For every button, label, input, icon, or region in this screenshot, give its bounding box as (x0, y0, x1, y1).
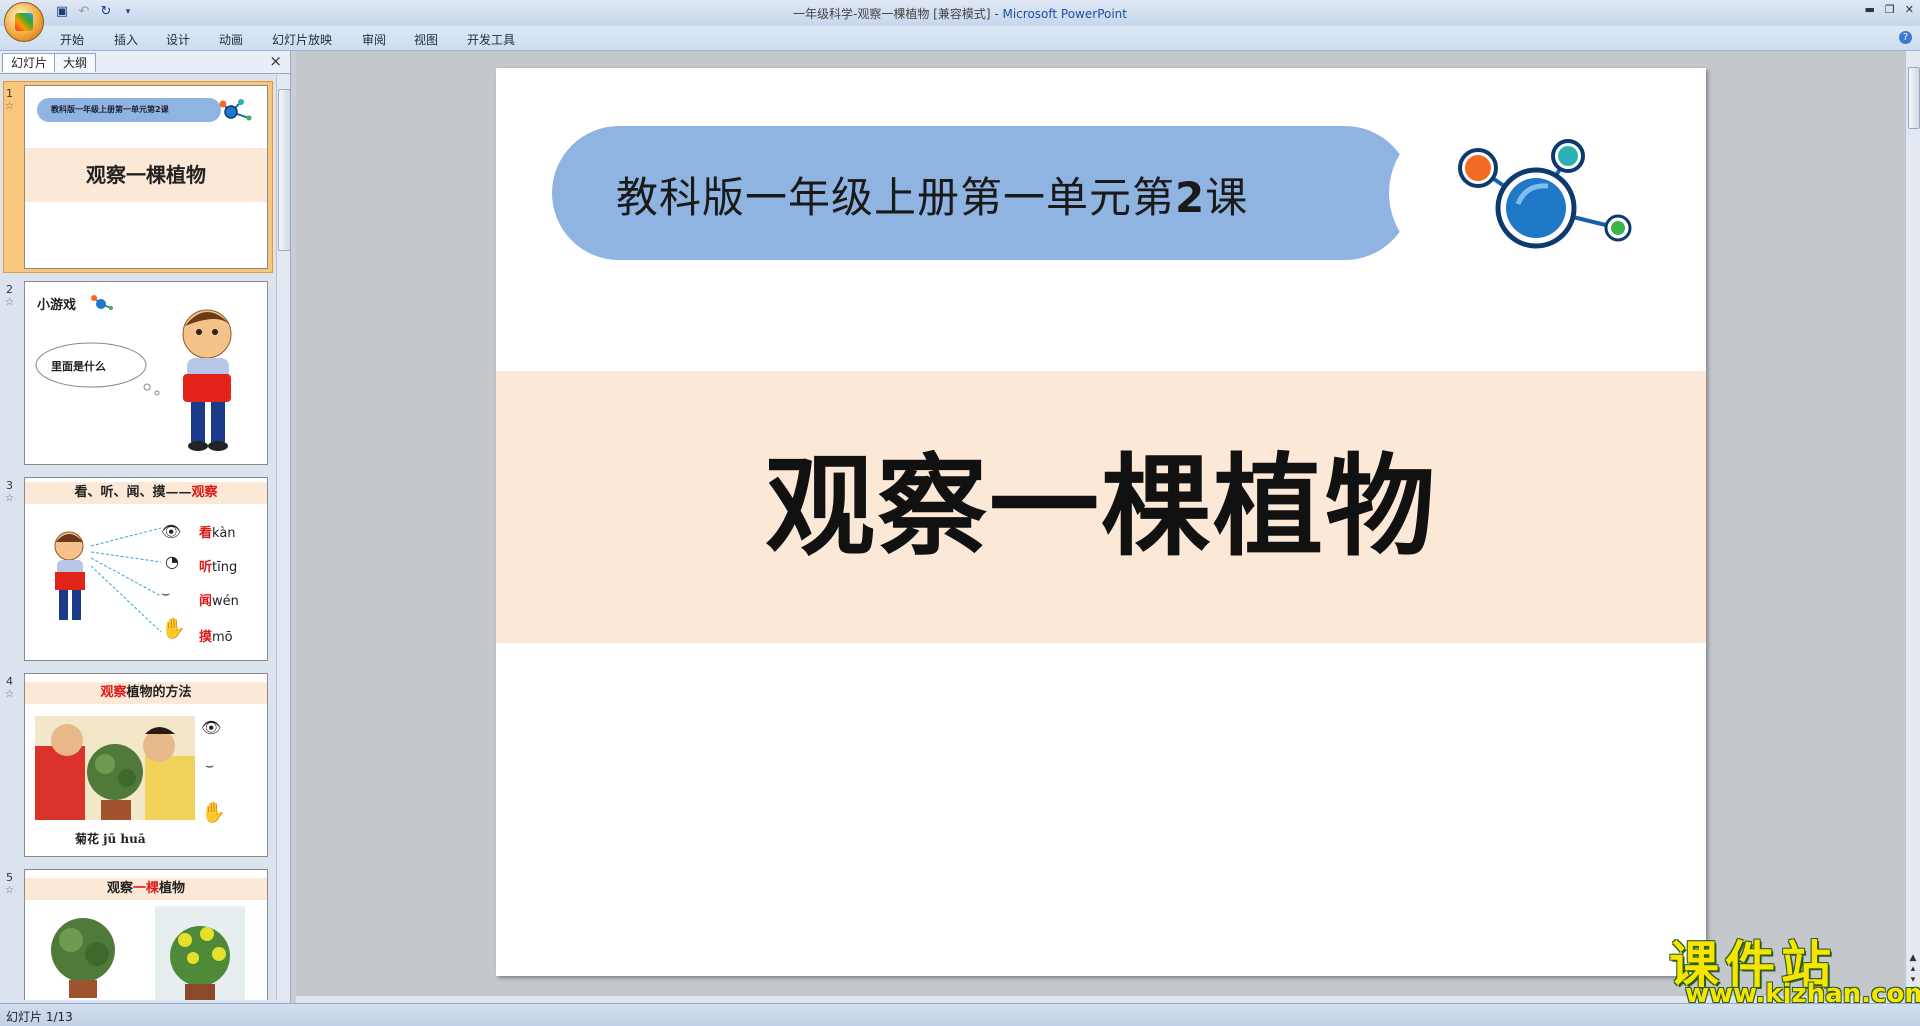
animation-star-icon: ☆ (5, 297, 14, 308)
boy-figure (54, 531, 85, 620)
window-title: 一年级科学-观察一棵植物 [兼容模式] - Microsoft PowerPoi… (793, 7, 1127, 21)
tab-outline[interactable]: 大纲 (54, 53, 97, 72)
tab-slides[interactable]: 幻灯片 (2, 53, 57, 72)
tab-animation[interactable]: 动画 (219, 31, 243, 48)
slide-number: 1 (6, 87, 13, 100)
nose-icon: ⌣ (205, 758, 215, 774)
sense-label: 看kàn (199, 526, 236, 541)
help-icon[interactable]: ? (1899, 31, 1912, 44)
animation-star-icon: ☆ (5, 493, 14, 504)
tab-design[interactable]: 设计 (166, 31, 190, 48)
sense-label: 听tīng (199, 560, 238, 575)
slide-number: 2 (6, 283, 13, 296)
tab-view[interactable]: 视图 (414, 31, 438, 48)
ear-icon: ◔ (165, 552, 179, 571)
document-title: 一年级科学-观察一棵植物 [兼容模式] (793, 7, 991, 21)
thumbnail-preview: 教科版一年级上册第一单元第2课 观察一棵植物 (24, 85, 268, 269)
app-name: Microsoft PowerPoint (1002, 7, 1127, 21)
thumbnail-title: 观察植物的方法 (25, 682, 267, 704)
tab-review[interactable]: 审阅 (362, 31, 386, 48)
slide-number: 4 (6, 675, 13, 688)
tab-home[interactable]: 开始 (60, 31, 84, 48)
tab-developer[interactable]: 开发工具 (467, 31, 515, 48)
tab-insert[interactable]: 插入 (114, 31, 138, 48)
plant-photo (51, 918, 115, 998)
restore-icon[interactable]: ❐ (1885, 3, 1895, 16)
slide-counter: 幻灯片 1/13 (6, 1010, 73, 1024)
thumbnail-preview: 观察植物的方法 👁 ⌣ ✋ 菊花 jū huā (24, 673, 268, 857)
window-controls: ▬ ❐ ✕ (1865, 3, 1915, 16)
hand-icon: ✋ (201, 800, 226, 824)
editor-scrollbar[interactable]: ▲ ▴ ▾ ▼ (1905, 51, 1920, 1003)
animation-star-icon: ☆ (5, 885, 14, 896)
thumbnail-title: 看、听、闻、摸——观察 (25, 482, 267, 504)
office-button-icon[interactable] (4, 2, 44, 42)
flowering-plant-photo (155, 906, 245, 1000)
panel-tabs: 幻灯片 大纲 × (0, 51, 290, 74)
slide-number: 5 (6, 871, 13, 884)
molecule-icon (91, 295, 113, 310)
ribbon-tabs: 开始 插入 设计 动画 幻灯片放映 审阅 视图 开发工具 ? (0, 26, 1920, 51)
eye-icon: 👁 (201, 718, 222, 737)
slide-title[interactable]: 观察一棵植物 (496, 371, 1706, 643)
close-icon[interactable]: ✕ (1905, 3, 1914, 16)
thumbnail-subtitle: 教科版一年级上册第一单元第2课 (37, 98, 221, 122)
sense-label: 摸mō (199, 630, 233, 645)
nose-icon: ⌣ (161, 586, 171, 602)
animation-star-icon: ☆ (5, 101, 14, 112)
status-bar: 幻灯片 1/13 (0, 1003, 1920, 1026)
hand-icon: ✋ (161, 616, 186, 640)
children-plant-photo (35, 716, 195, 820)
thumbnail-list: 1 ☆ 教科版一年级上册第一单元第2课 观察一棵植物 2 ☆ 小游戏 里面是什么… (0, 75, 276, 1000)
watermark-logo: 课件站 www.kjzhan.com (1669, 935, 1920, 1009)
photo-caption: 菊花 jū huā (75, 832, 146, 846)
boy-figure (182, 309, 232, 451)
eye-icon: 👁 (161, 522, 182, 541)
thumbnail-scrollbar[interactable] (276, 75, 291, 1000)
title-bar: ▣ ↶ ↻ ▾ 一年级科学-观察一棵植物 [兼容模式] - Microsoft … (0, 0, 1920, 26)
thumbnail-title: 观察一棵植物 (25, 148, 267, 202)
sense-arrows (91, 527, 162, 633)
slides-panel: 幻灯片 大纲 × 1 ☆ 教科版一年级上册第一单元第2课 观察一棵植物 2 ☆ … (0, 51, 291, 1003)
molecule-icon (219, 99, 252, 121)
slide-subtitle[interactable]: 教科版一年级上册第一单元第2课 (616, 164, 1248, 225)
close-icon[interactable]: × (269, 52, 282, 70)
thumbnail-preview: 观察一棵植物 (24, 869, 268, 1000)
sense-label: 闻wén (199, 594, 239, 609)
animation-star-icon: ☆ (5, 689, 14, 700)
thumbnail-title: 小游戏 (37, 298, 77, 313)
slide-number: 3 (6, 479, 13, 492)
bubble-text: 里面是什么 (51, 360, 106, 373)
thumbnail-title: 观察一棵植物 (25, 878, 267, 900)
tab-slideshow[interactable]: 幻灯片放映 (272, 31, 332, 48)
minimize-icon[interactable]: ▬ (1865, 3, 1875, 16)
thumbnail-preview: 小游戏 里面是什么 (24, 281, 268, 465)
current-slide[interactable]: 教科版一年级上册第一单元第2课 观察一棵植物 (496, 68, 1706, 976)
thumbnail-preview: 看、听、闻、摸——观察 👁 ◔ ⌣ ✋ 看kàn 听tīng 闻wén 摸mō (24, 477, 268, 661)
molecule-icon (1458, 139, 1632, 249)
